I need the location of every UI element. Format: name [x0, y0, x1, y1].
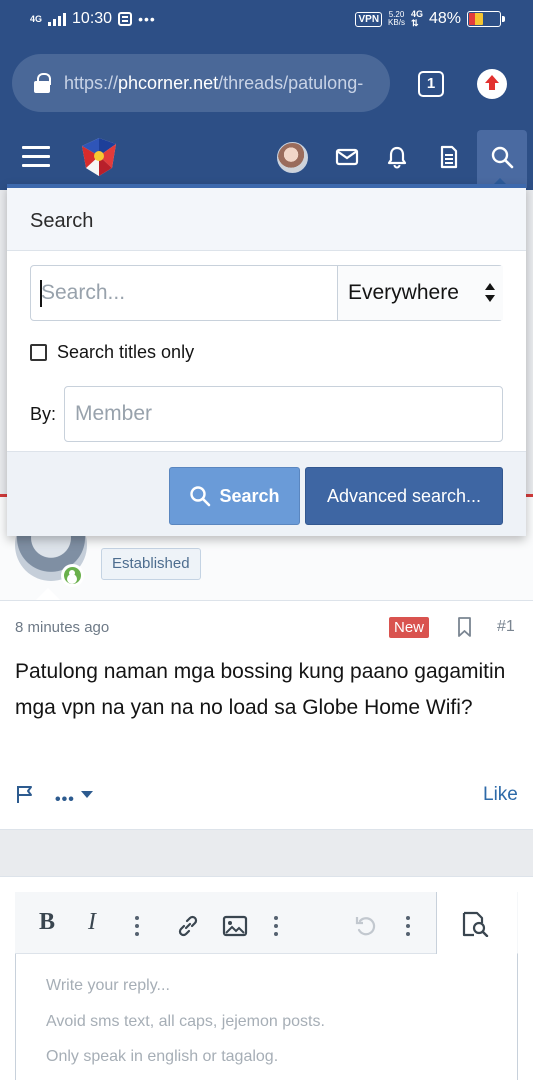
search-icon	[491, 146, 514, 169]
search-menu-header: Search	[7, 188, 526, 251]
menu-icon[interactable]	[22, 146, 50, 170]
screenshot-icon	[118, 12, 133, 26]
search-row: Everywhere	[30, 265, 503, 321]
chevron-down-icon[interactable]	[81, 791, 93, 798]
network-type: 4G	[30, 13, 43, 24]
online-status-icon	[61, 564, 84, 587]
member-label: By:	[30, 404, 57, 424]
new-badge: New	[389, 617, 430, 638]
lock-icon	[34, 73, 51, 93]
user-title-badge: Established	[101, 548, 201, 580]
status-bar: 4G 10:30 ••• VPN 5.20 KB/s 4G ⇅ 48%	[0, 0, 533, 42]
signal-icon	[48, 12, 67, 26]
search-scope-value: Everywhere	[348, 281, 459, 304]
url-host: phcorner.net	[118, 72, 219, 93]
site-logo[interactable]	[76, 134, 122, 180]
search-button[interactable]: Search	[169, 467, 300, 525]
battery-icon	[467, 11, 505, 27]
undo-icon[interactable]	[353, 913, 379, 939]
more-editor-options-icon[interactable]	[406, 916, 410, 936]
post-caret	[36, 588, 60, 600]
more-options-icon[interactable]: •••	[55, 791, 75, 809]
search-input[interactable]	[31, 266, 337, 320]
site-nav	[0, 126, 533, 190]
url-path: /threads/patulong-	[218, 72, 364, 93]
editor-placeholder-line: Only speak in english or tagalog.	[46, 1048, 279, 1065]
envelope-icon[interactable]	[334, 144, 360, 170]
post-time[interactable]: 8 minutes ago	[15, 619, 109, 636]
more-notifications-icon: •••	[138, 11, 156, 27]
battery-percent: 48%	[428, 10, 461, 27]
member-input[interactable]	[64, 386, 503, 442]
upgrade-icon[interactable]	[477, 69, 507, 99]
browser-toolbar: https://phcorner.net/threads/patulong- 1	[0, 42, 533, 126]
search-icon	[190, 486, 211, 507]
preview-icon	[462, 911, 489, 937]
address-bar[interactable]: https://phcorner.net/threads/patulong-	[12, 54, 390, 112]
search-button-label: Search	[219, 485, 280, 506]
bookmark-icon[interactable]	[457, 617, 472, 637]
preview-button[interactable]	[437, 892, 517, 954]
text-cursor	[40, 280, 42, 307]
post-message: Patulong naman mga bossing kung paano ga…	[15, 660, 506, 719]
editor-placeholder-line: Avoid sms text, all caps, jejemon posts.	[46, 1013, 325, 1030]
report-flag-icon[interactable]	[15, 784, 35, 804]
search-menu-footer: Search Advanced search...	[7, 451, 526, 536]
more-text-options-icon[interactable]	[135, 916, 139, 936]
clock: 10:30	[72, 10, 113, 27]
search-menu: Search Everywhere Search titles only By:…	[7, 184, 526, 536]
more-insert-options-icon[interactable]	[274, 916, 278, 936]
data-network-icon: 4G ⇅	[410, 9, 423, 28]
bold-icon[interactable]: B	[39, 909, 55, 936]
titles-only-label: Search titles only	[57, 342, 195, 362]
select-arrows-icon	[485, 283, 495, 303]
image-icon[interactable]	[222, 914, 248, 938]
network-speed: 5.20 KB/s	[388, 10, 405, 27]
bell-icon[interactable]	[384, 144, 410, 170]
italic-icon[interactable]: I	[88, 909, 96, 936]
search-scope-select[interactable]: Everywhere	[337, 266, 503, 320]
document-icon[interactable]	[436, 144, 462, 170]
advanced-search-button[interactable]: Advanced search...	[305, 467, 503, 525]
titles-only-checkbox[interactable]	[30, 344, 47, 361]
tab-switcher-button[interactable]: 1	[418, 71, 444, 97]
link-icon[interactable]	[175, 913, 201, 939]
post-number[interactable]: #1	[497, 618, 515, 636]
url-prefix: https://	[64, 72, 119, 93]
like-button[interactable]: Like	[483, 784, 518, 806]
editor-placeholder-line: Write your reply...	[46, 977, 170, 994]
titles-only-option[interactable]: Search titles only	[30, 342, 194, 363]
vpn-indicator: VPN	[355, 11, 383, 27]
search-menu-title: Search	[30, 210, 94, 232]
user-avatar[interactable]	[277, 142, 308, 173]
